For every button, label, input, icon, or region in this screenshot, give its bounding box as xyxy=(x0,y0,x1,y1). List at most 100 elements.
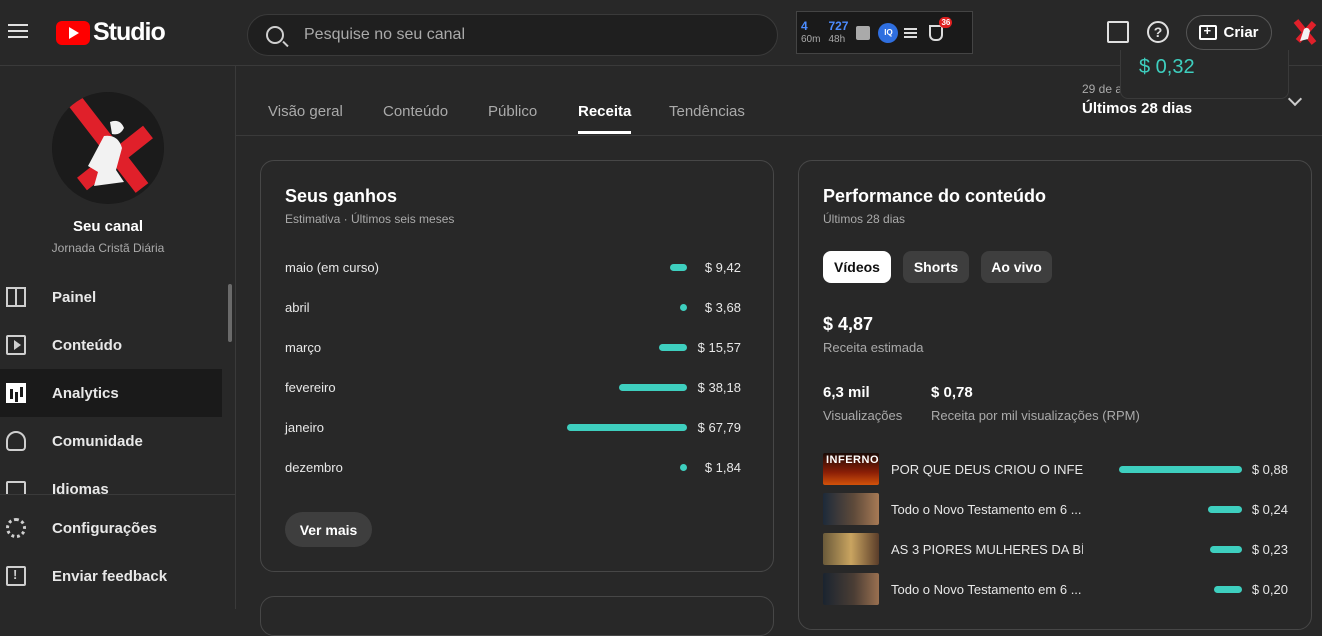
video-thumbnail[interactable] xyxy=(823,573,879,605)
video-revenue-amount: $ 0,23 xyxy=(1251,542,1288,557)
earnings-amount: $ 38,18 xyxy=(697,380,741,395)
help-icon[interactable]: ? xyxy=(1147,21,1169,43)
create-video-icon xyxy=(1199,23,1218,40)
account-avatar[interactable] xyxy=(1290,17,1320,47)
earnings-row[interactable]: dezembro $ 1,84 xyxy=(285,457,741,477)
sidebar-item-comunidade[interactable]: Comunidade xyxy=(0,417,222,465)
tab-receita[interactable]: Receita xyxy=(578,103,632,134)
thumbnail-text: INFERNO xyxy=(826,454,879,466)
performance-card: Performance do conteúdo Últimos 28 dias … xyxy=(798,160,1312,630)
sidebar-item-conteudo[interactable]: Conteúdo xyxy=(0,321,222,369)
search-input[interactable] xyxy=(304,26,744,44)
sidebar-item-analytics[interactable]: Analytics xyxy=(0,369,222,417)
sidebar-scrollbar[interactable] xyxy=(228,284,232,342)
earnings-row[interactable]: março $ 15,57 xyxy=(285,337,741,357)
sidebar-item-painel[interactable]: Painel xyxy=(0,273,222,321)
tab-conteudo[interactable]: Conteúdo xyxy=(383,103,448,120)
earnings-row[interactable]: janeiro $ 67,79 xyxy=(285,417,741,437)
next-card xyxy=(260,596,774,636)
video-title[interactable]: Todo o Novo Testamento em 6 ... xyxy=(891,502,1083,517)
earnings-amount: $ 9,42 xyxy=(704,260,741,275)
video-title[interactable]: AS 3 PIORES MULHERES DA BÍ... xyxy=(891,542,1083,557)
video-thumbnail[interactable] xyxy=(823,493,879,525)
list-icon[interactable] xyxy=(904,26,918,40)
rpm-label: Receita por mil visualizações (RPM) xyxy=(931,408,1140,423)
video-revenue-bar xyxy=(1208,506,1242,513)
gear-icon xyxy=(6,518,26,538)
stats-extension-widget[interactable]: 4 60m 727 48h IQ 36 xyxy=(796,11,973,54)
date-range-value[interactable]: Últimos 28 dias xyxy=(1082,100,1192,117)
earnings-month: janeiro xyxy=(285,420,325,435)
earnings-month: maio (em curso) xyxy=(285,260,379,275)
sidebar-item-idiomas[interactable]: Idiomas xyxy=(0,465,222,495)
performance-title: Performance do conteúdo xyxy=(823,186,1047,206)
video-revenue-amount: $ 0,20 xyxy=(1251,582,1288,597)
chip-videos[interactable]: Vídeos xyxy=(823,251,891,283)
revenue-value: $ 4,87 xyxy=(823,314,874,334)
see-more-button[interactable]: Ver mais xyxy=(285,512,372,547)
stat-48h: 727 48h xyxy=(828,18,849,45)
notification-badge: 36 xyxy=(939,16,953,28)
chip-shorts[interactable]: Shorts xyxy=(903,251,969,283)
video-title[interactable]: POR QUE DEUS CRIOU O INFER... xyxy=(891,462,1083,477)
search-bar[interactable] xyxy=(247,14,778,56)
earnings-bar xyxy=(619,384,687,391)
stat-60m: 4 60m xyxy=(801,18,821,45)
rpm-value: $ 0,78 xyxy=(931,384,973,401)
bar-chart-icon[interactable] xyxy=(856,25,871,40)
iq-icon[interactable]: IQ xyxy=(878,22,899,43)
trophy-icon[interactable]: 36 xyxy=(929,16,953,41)
channel-avatar[interactable] xyxy=(52,92,164,204)
community-icon xyxy=(6,431,26,451)
earnings-bar xyxy=(659,344,687,351)
revenue-label: Receita estimada xyxy=(823,340,924,355)
video-revenue-amount: $ 0,24 xyxy=(1251,502,1288,517)
earnings-row[interactable]: abril $ 3,68 xyxy=(285,297,741,317)
earnings-row[interactable]: maio (em curso) $ 9,42 xyxy=(285,257,741,277)
earnings-subtitle: Estimativa · Últimos seis meses xyxy=(285,212,455,226)
video-thumbnail[interactable] xyxy=(823,533,879,565)
video-row[interactable]: Todo o Novo Testamento em 6 ... $ 0,20 xyxy=(823,573,1288,607)
chart-tooltip: $ 0,32 xyxy=(1120,50,1289,99)
sidebar-item-configuracoes[interactable]: Configurações xyxy=(0,504,222,552)
feedback-icon xyxy=(6,566,26,586)
video-row[interactable]: INFERNO POR QUE DEUS CRIOU O INFER... $ 0,… xyxy=(823,453,1288,487)
sidebar-item-enviar-feedback[interactable]: Enviar feedback xyxy=(0,552,222,600)
date-range-label[interactable]: 29 de a xyxy=(1082,82,1122,96)
video-revenue-bar xyxy=(1119,466,1242,473)
search-icon[interactable] xyxy=(266,26,284,44)
earnings-amount: $ 67,79 xyxy=(697,420,741,435)
earnings-title: Seus ganhos xyxy=(285,186,398,206)
create-label: Criar xyxy=(1223,24,1259,41)
video-revenue-bar xyxy=(1214,586,1242,593)
tab-visao-geral[interactable]: Visão geral xyxy=(268,103,343,120)
content-icon xyxy=(6,335,26,355)
video-row[interactable]: AS 3 PIORES MULHERES DA BÍ... $ 0,23 xyxy=(823,533,1288,567)
views-label: Visualizações xyxy=(823,408,903,423)
tab-publico[interactable]: Público xyxy=(488,103,537,120)
video-thumbnail[interactable]: INFERNO xyxy=(823,453,879,485)
earnings-bar xyxy=(567,424,687,431)
divider xyxy=(0,494,236,495)
tab-tendencias[interactable]: Tendências xyxy=(669,103,745,120)
menu-icon[interactable] xyxy=(8,20,28,44)
chip-ao-vivo[interactable]: Ao vivo xyxy=(981,251,1052,283)
earnings-card: Seus ganhos Estimativa · Últimos seis me… xyxy=(260,160,774,572)
earnings-month: abril xyxy=(285,300,310,315)
earnings-month: fevereiro xyxy=(285,380,336,395)
message-icon[interactable] xyxy=(1107,21,1129,43)
performance-subtitle: Últimos 28 dias xyxy=(823,212,906,226)
sidebar: Seu canal Jornada Cristã Diária Painel C… xyxy=(0,66,236,609)
views-value: 6,3 mil xyxy=(823,384,870,401)
logo-text: Studio xyxy=(93,18,166,46)
earnings-month: março xyxy=(285,340,322,355)
studio-logo[interactable]: Studio xyxy=(56,18,166,47)
analytics-icon xyxy=(6,383,26,403)
earnings-bar xyxy=(680,304,687,311)
languages-icon xyxy=(6,481,26,495)
earnings-row[interactable]: fevereiro $ 38,18 xyxy=(285,377,741,397)
earnings-amount: $ 3,68 xyxy=(704,300,741,315)
video-row[interactable]: Todo o Novo Testamento em 6 ... $ 0,24 xyxy=(823,493,1288,527)
video-title[interactable]: Todo o Novo Testamento em 6 ... xyxy=(891,582,1083,597)
create-button[interactable]: Criar xyxy=(1186,15,1272,50)
